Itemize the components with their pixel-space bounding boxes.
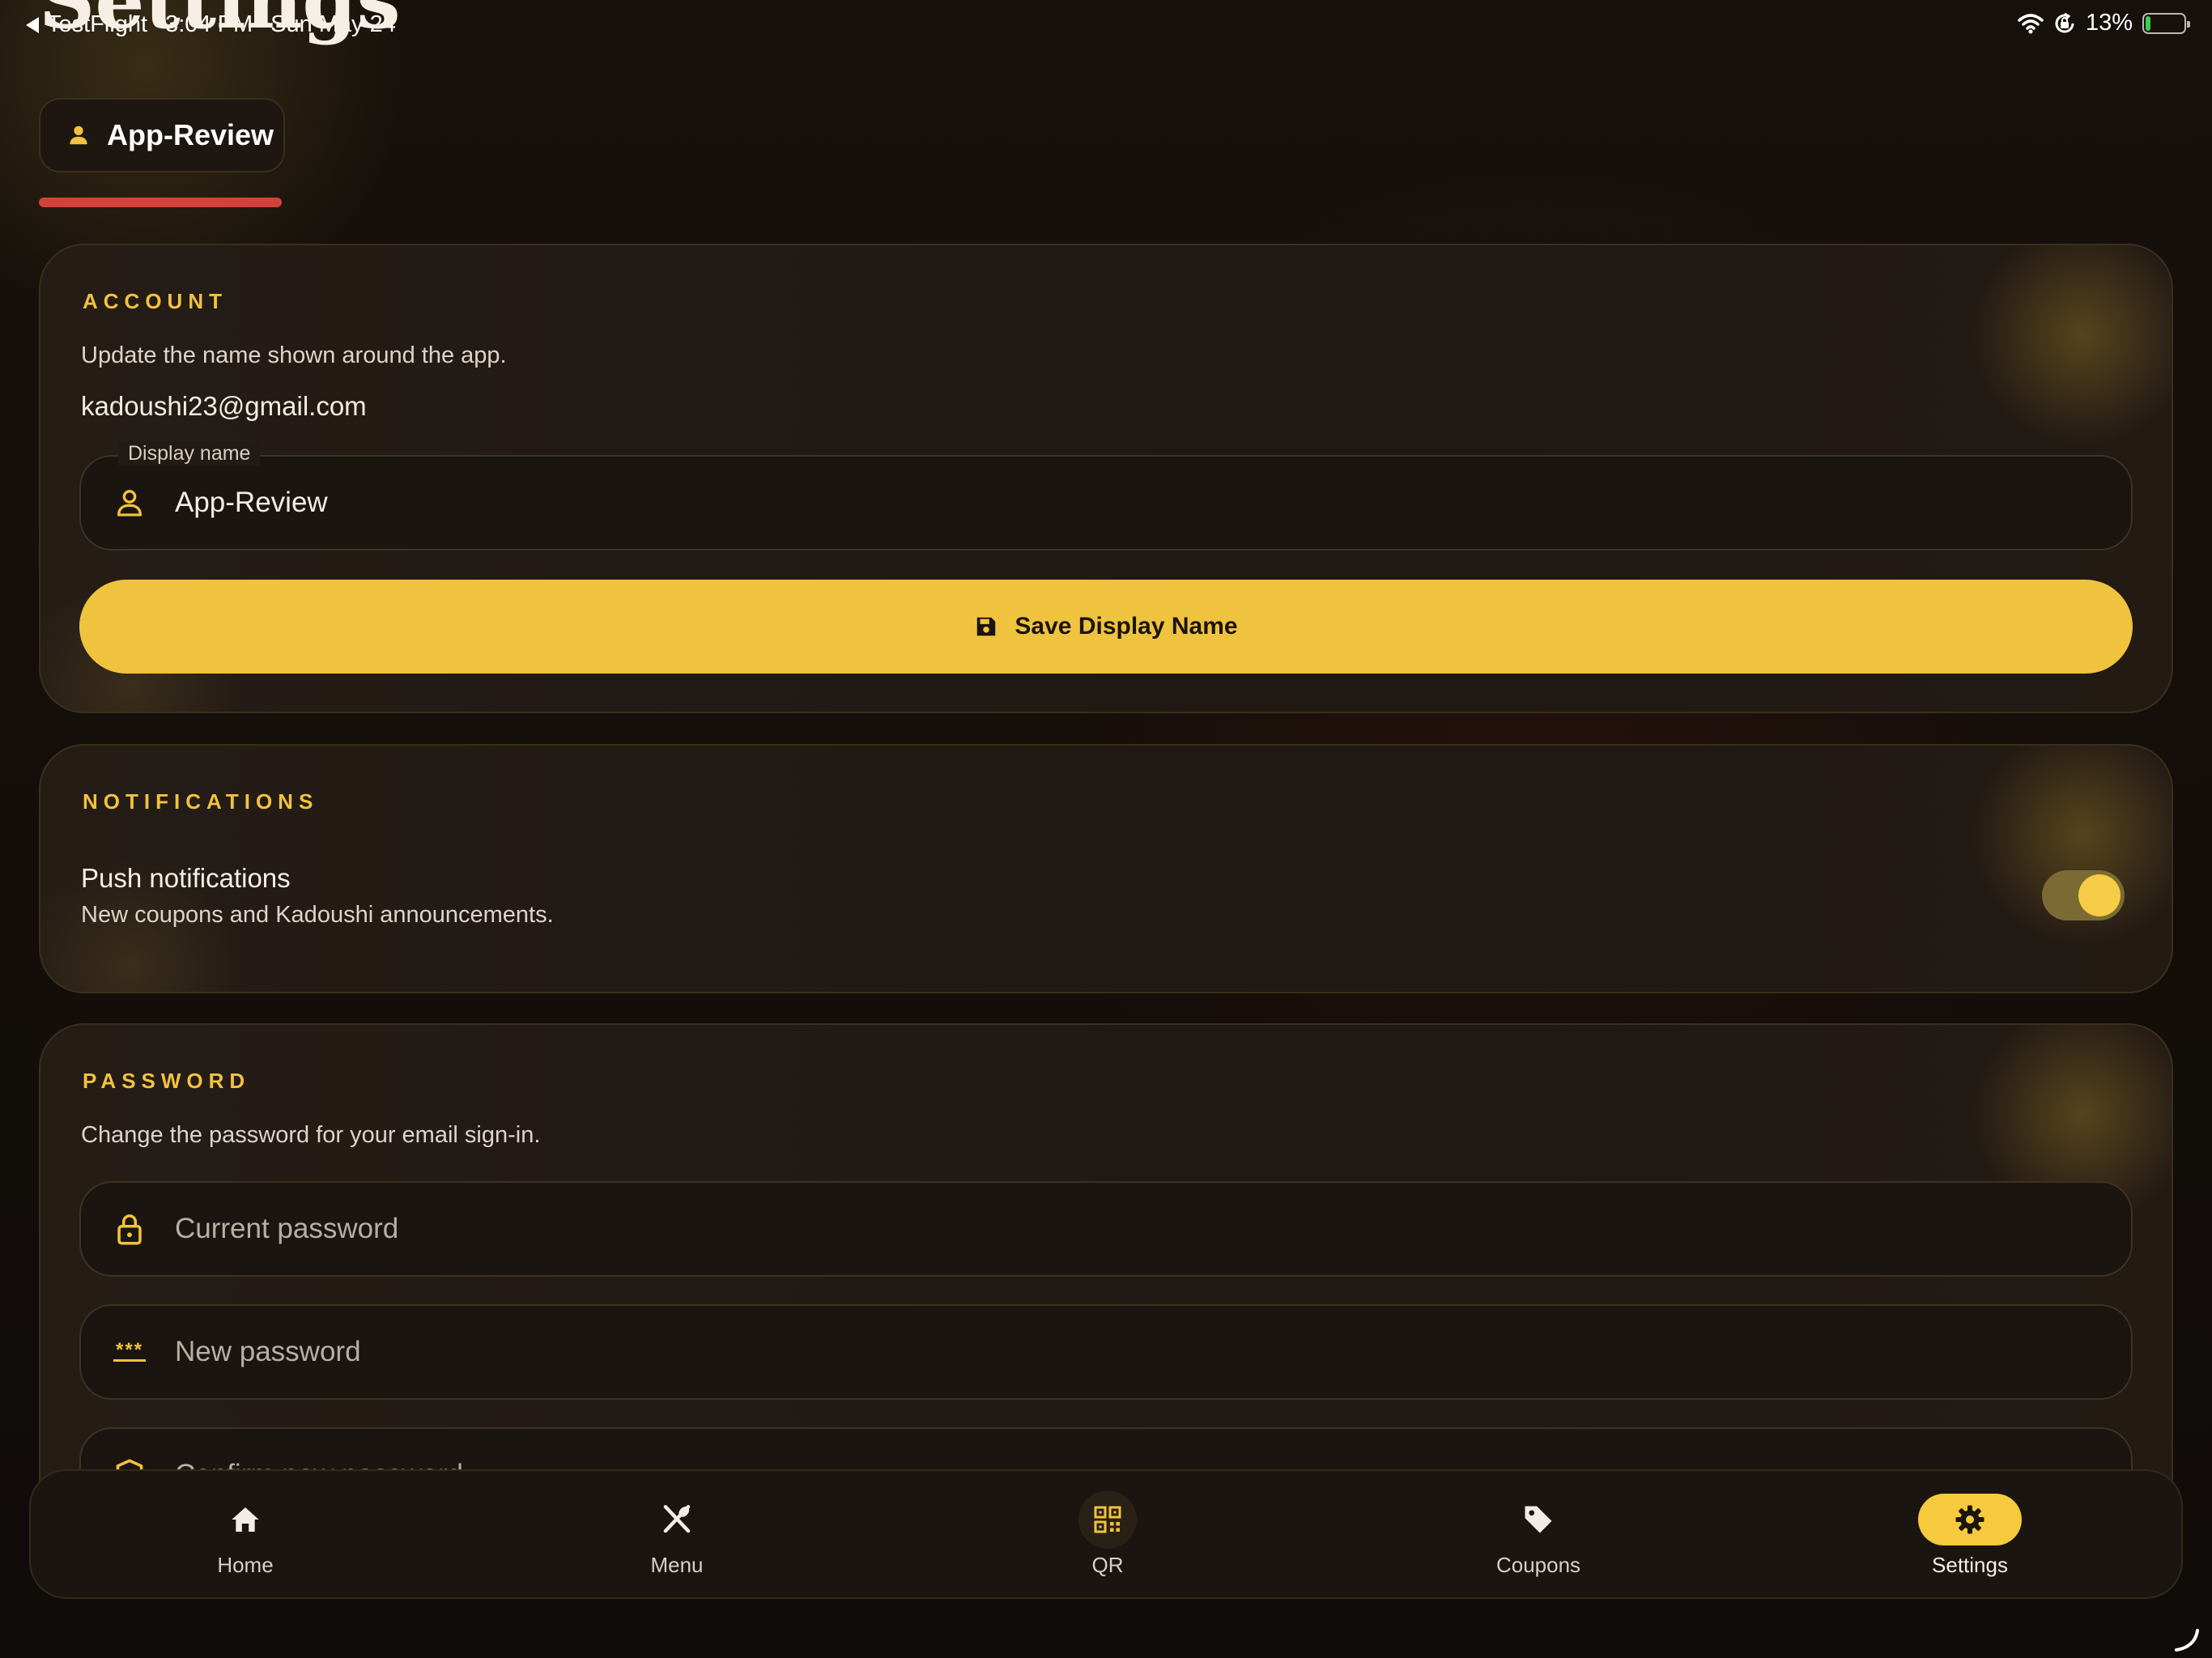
person-outline-icon (104, 487, 155, 519)
nav-item-settings[interactable]: Settings (1848, 1471, 2091, 1601)
nav-item-qr[interactable]: QR (986, 1471, 1229, 1601)
battery-percent: 13% (2085, 10, 2133, 36)
notifications-card: NOTIFICATIONS Push notifications New cou… (39, 744, 2173, 993)
nav-label-coupons: Coupons (1495, 1552, 1581, 1577)
save-icon (977, 617, 996, 636)
toggle-knob (2078, 874, 2121, 916)
save-display-name-button[interactable]: Save Display Name (79, 580, 2133, 674)
battery-icon (2142, 12, 2190, 34)
back-arrow-icon (26, 16, 39, 33)
nav-label-menu: Menu (650, 1552, 704, 1577)
bottom-nav: Home Menu QR Coupons Settings (29, 1469, 2183, 1599)
battery-level (2146, 15, 2150, 31)
lock-icon (104, 1212, 155, 1246)
corner-gesture-icon (2175, 1629, 2199, 1652)
new-password-input[interactable] (175, 1336, 2037, 1368)
password-dots-icon: *** (104, 1338, 155, 1362)
status-right: 13% (2018, 10, 2190, 36)
nav-item-menu[interactable]: Menu (555, 1471, 798, 1601)
password-dots-underline (113, 1358, 146, 1362)
display-name-field[interactable]: Display name (79, 442, 2133, 551)
page-title: Settings (39, 0, 401, 46)
wifi-icon (2018, 13, 2044, 33)
nav-label-qr: QR (1091, 1552, 1124, 1577)
current-password-field[interactable] (79, 1181, 2133, 1277)
push-notifications-title: Push notifications (81, 863, 291, 893)
qr-code-icon (1094, 1506, 1121, 1533)
person-icon (70, 125, 87, 145)
notifications-section-title: NOTIFICATIONS (83, 789, 319, 814)
current-password-input[interactable] (175, 1213, 2037, 1245)
nav-item-home[interactable]: Home (124, 1471, 367, 1601)
password-dots-text: *** (115, 1338, 144, 1361)
fork-knife-icon (663, 1504, 691, 1533)
gear-icon (1955, 1505, 1984, 1533)
push-notifications-toggle[interactable] (2042, 870, 2125, 920)
password-section-title: PASSWORD (83, 1069, 251, 1093)
display-name-label: Display name (118, 442, 261, 466)
nav-label-home: Home (217, 1552, 274, 1577)
new-password-field[interactable]: *** (79, 1304, 2133, 1400)
card-glow (1961, 245, 2172, 456)
save-button-label: Save Display Name (1015, 613, 1238, 640)
push-notifications-description: New coupons and Kadoushi announcements. (81, 902, 554, 928)
profile-indicator-bar (39, 198, 282, 207)
card-glow (1961, 746, 2172, 956)
account-description: Update the name shown around the app. (81, 342, 507, 368)
account-card: ACCOUNT Update the name shown around the… (39, 244, 2173, 713)
user-chip-label: App-Review (107, 118, 274, 151)
qr-icon-container (1078, 1490, 1137, 1549)
nav-label-settings: Settings (1932, 1552, 2008, 1577)
settings-active-pill (1918, 1493, 2022, 1545)
display-name-input[interactable] (175, 487, 2037, 519)
nav-item-coupons[interactable]: Coupons (1417, 1471, 1660, 1601)
account-section-title: ACCOUNT (83, 289, 228, 313)
user-chip[interactable]: App-Review (39, 98, 285, 172)
app-root: TestFlight 3:04 PM Sun May 24 13% Settin… (0, 0, 2212, 1658)
orientation-lock-icon (2055, 12, 2074, 33)
tag-icon (1525, 1506, 1552, 1533)
account-email: kadoushi23@gmail.com (81, 391, 367, 421)
password-description: Change the password for your email sign-… (81, 1122, 541, 1148)
home-icon (232, 1507, 259, 1532)
